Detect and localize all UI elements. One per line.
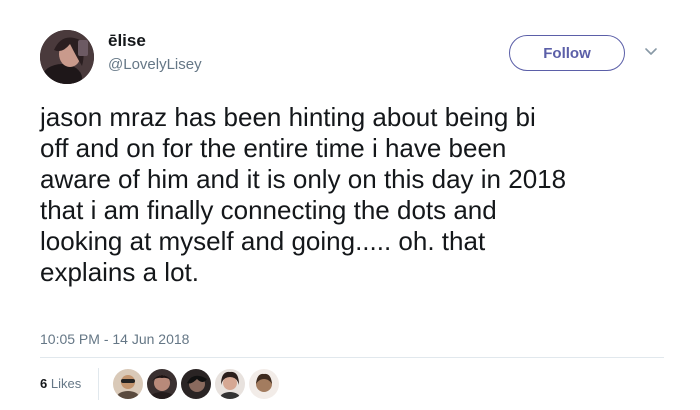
tweet-card: ēlise @LovelyLisey Follow jason mraz has… <box>0 0 700 410</box>
user-handle[interactable]: @LovelyLisey <box>108 56 202 74</box>
avatar[interactable] <box>40 30 94 84</box>
tweet-text: jason mraz has been hinting about being … <box>40 102 690 288</box>
tweet-text-line: off and on for the entire time i have be… <box>40 133 507 163</box>
follow-button[interactable]: Follow <box>509 35 625 71</box>
display-name[interactable]: ēlise <box>108 31 146 51</box>
tweet-text-line: that i am finally connecting the dots an… <box>40 195 497 225</box>
liker-avatars <box>112 368 282 400</box>
divider <box>98 368 99 400</box>
tweet-text-line: looking at myself and going..... oh. tha… <box>40 226 486 256</box>
tweet-text-line: jason mraz has been hinting about being … <box>40 102 536 132</box>
tweet-timestamp[interactable]: 10:05 PM - 14 Jun 2018 <box>40 330 189 348</box>
avatar-image <box>40 30 94 84</box>
liker-avatar[interactable] <box>180 368 212 400</box>
liker-avatar[interactable] <box>146 368 178 400</box>
likes-label: Likes <box>50 376 82 391</box>
chevron-down-icon[interactable] <box>643 44 659 60</box>
tweet-text-line: explains a lot. <box>40 257 199 287</box>
liker-avatar[interactable] <box>248 368 280 400</box>
likes-count: 6 <box>40 376 48 391</box>
likes-stat[interactable]: 6 Likes <box>40 376 81 392</box>
liker-avatar[interactable] <box>214 368 246 400</box>
tweet-text-line: aware of him and it is only on this day … <box>40 164 567 194</box>
divider <box>40 357 664 358</box>
liker-avatar[interactable] <box>112 368 144 400</box>
